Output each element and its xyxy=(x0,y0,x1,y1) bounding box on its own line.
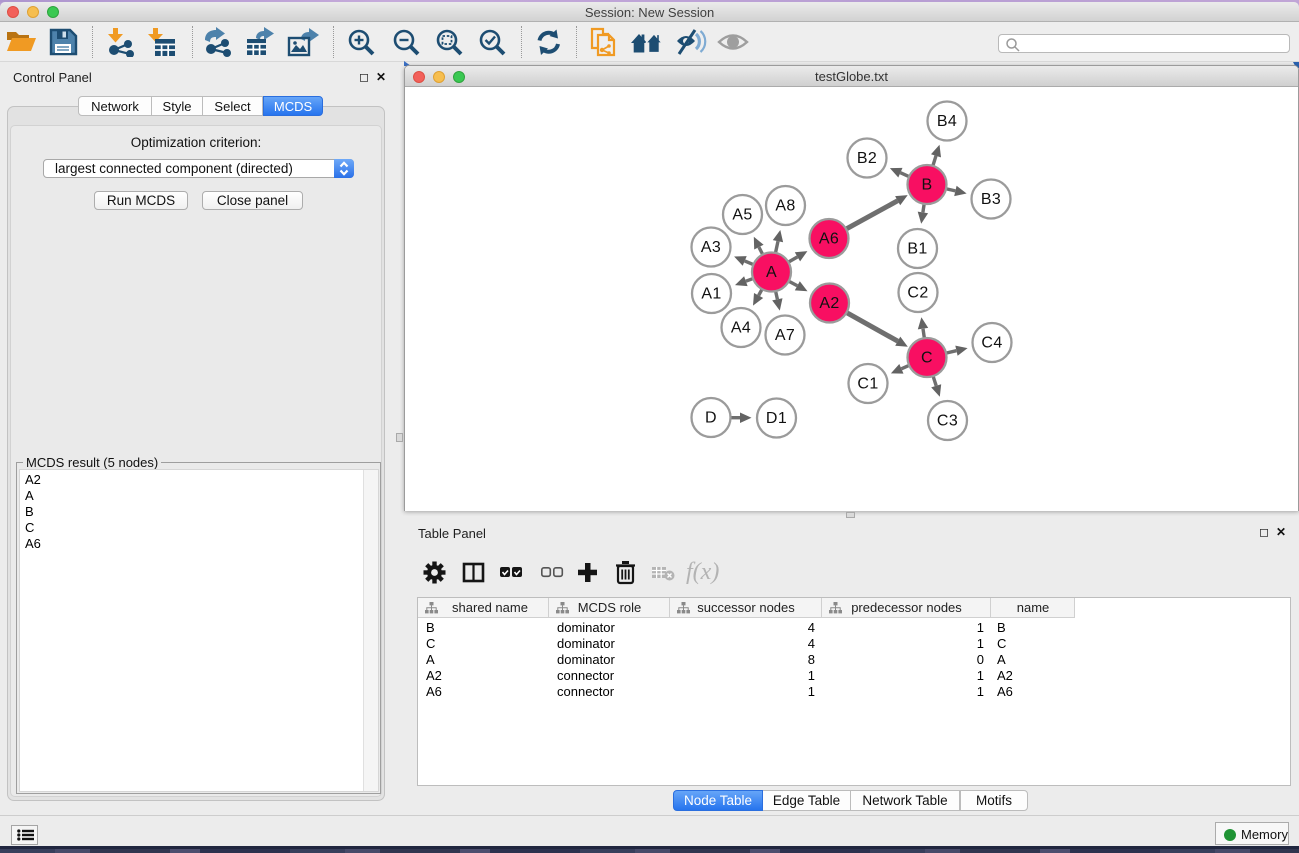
svg-text:A4: A4 xyxy=(731,320,751,337)
svg-text:A: A xyxy=(766,264,777,281)
svg-text:C2: C2 xyxy=(907,285,928,302)
svg-text:B2: B2 xyxy=(857,150,877,167)
svg-text:C: C xyxy=(921,350,933,367)
svg-text:D1: D1 xyxy=(766,410,787,427)
svg-text:A3: A3 xyxy=(701,239,721,256)
svg-text:B: B xyxy=(921,177,932,194)
svg-text:B1: B1 xyxy=(907,241,927,258)
svg-text:A5: A5 xyxy=(732,207,752,224)
svg-text:C4: C4 xyxy=(981,335,1002,352)
svg-text:C3: C3 xyxy=(937,413,958,430)
svg-text:A7: A7 xyxy=(775,327,795,344)
svg-text:A8: A8 xyxy=(775,198,795,215)
svg-text:D: D xyxy=(705,410,717,427)
svg-text:B4: B4 xyxy=(937,113,957,130)
svg-text:C1: C1 xyxy=(857,376,878,393)
svg-text:A2: A2 xyxy=(819,295,839,312)
svg-text:B3: B3 xyxy=(981,191,1001,208)
svg-text:A6: A6 xyxy=(819,231,839,248)
svg-text:A1: A1 xyxy=(701,286,721,303)
